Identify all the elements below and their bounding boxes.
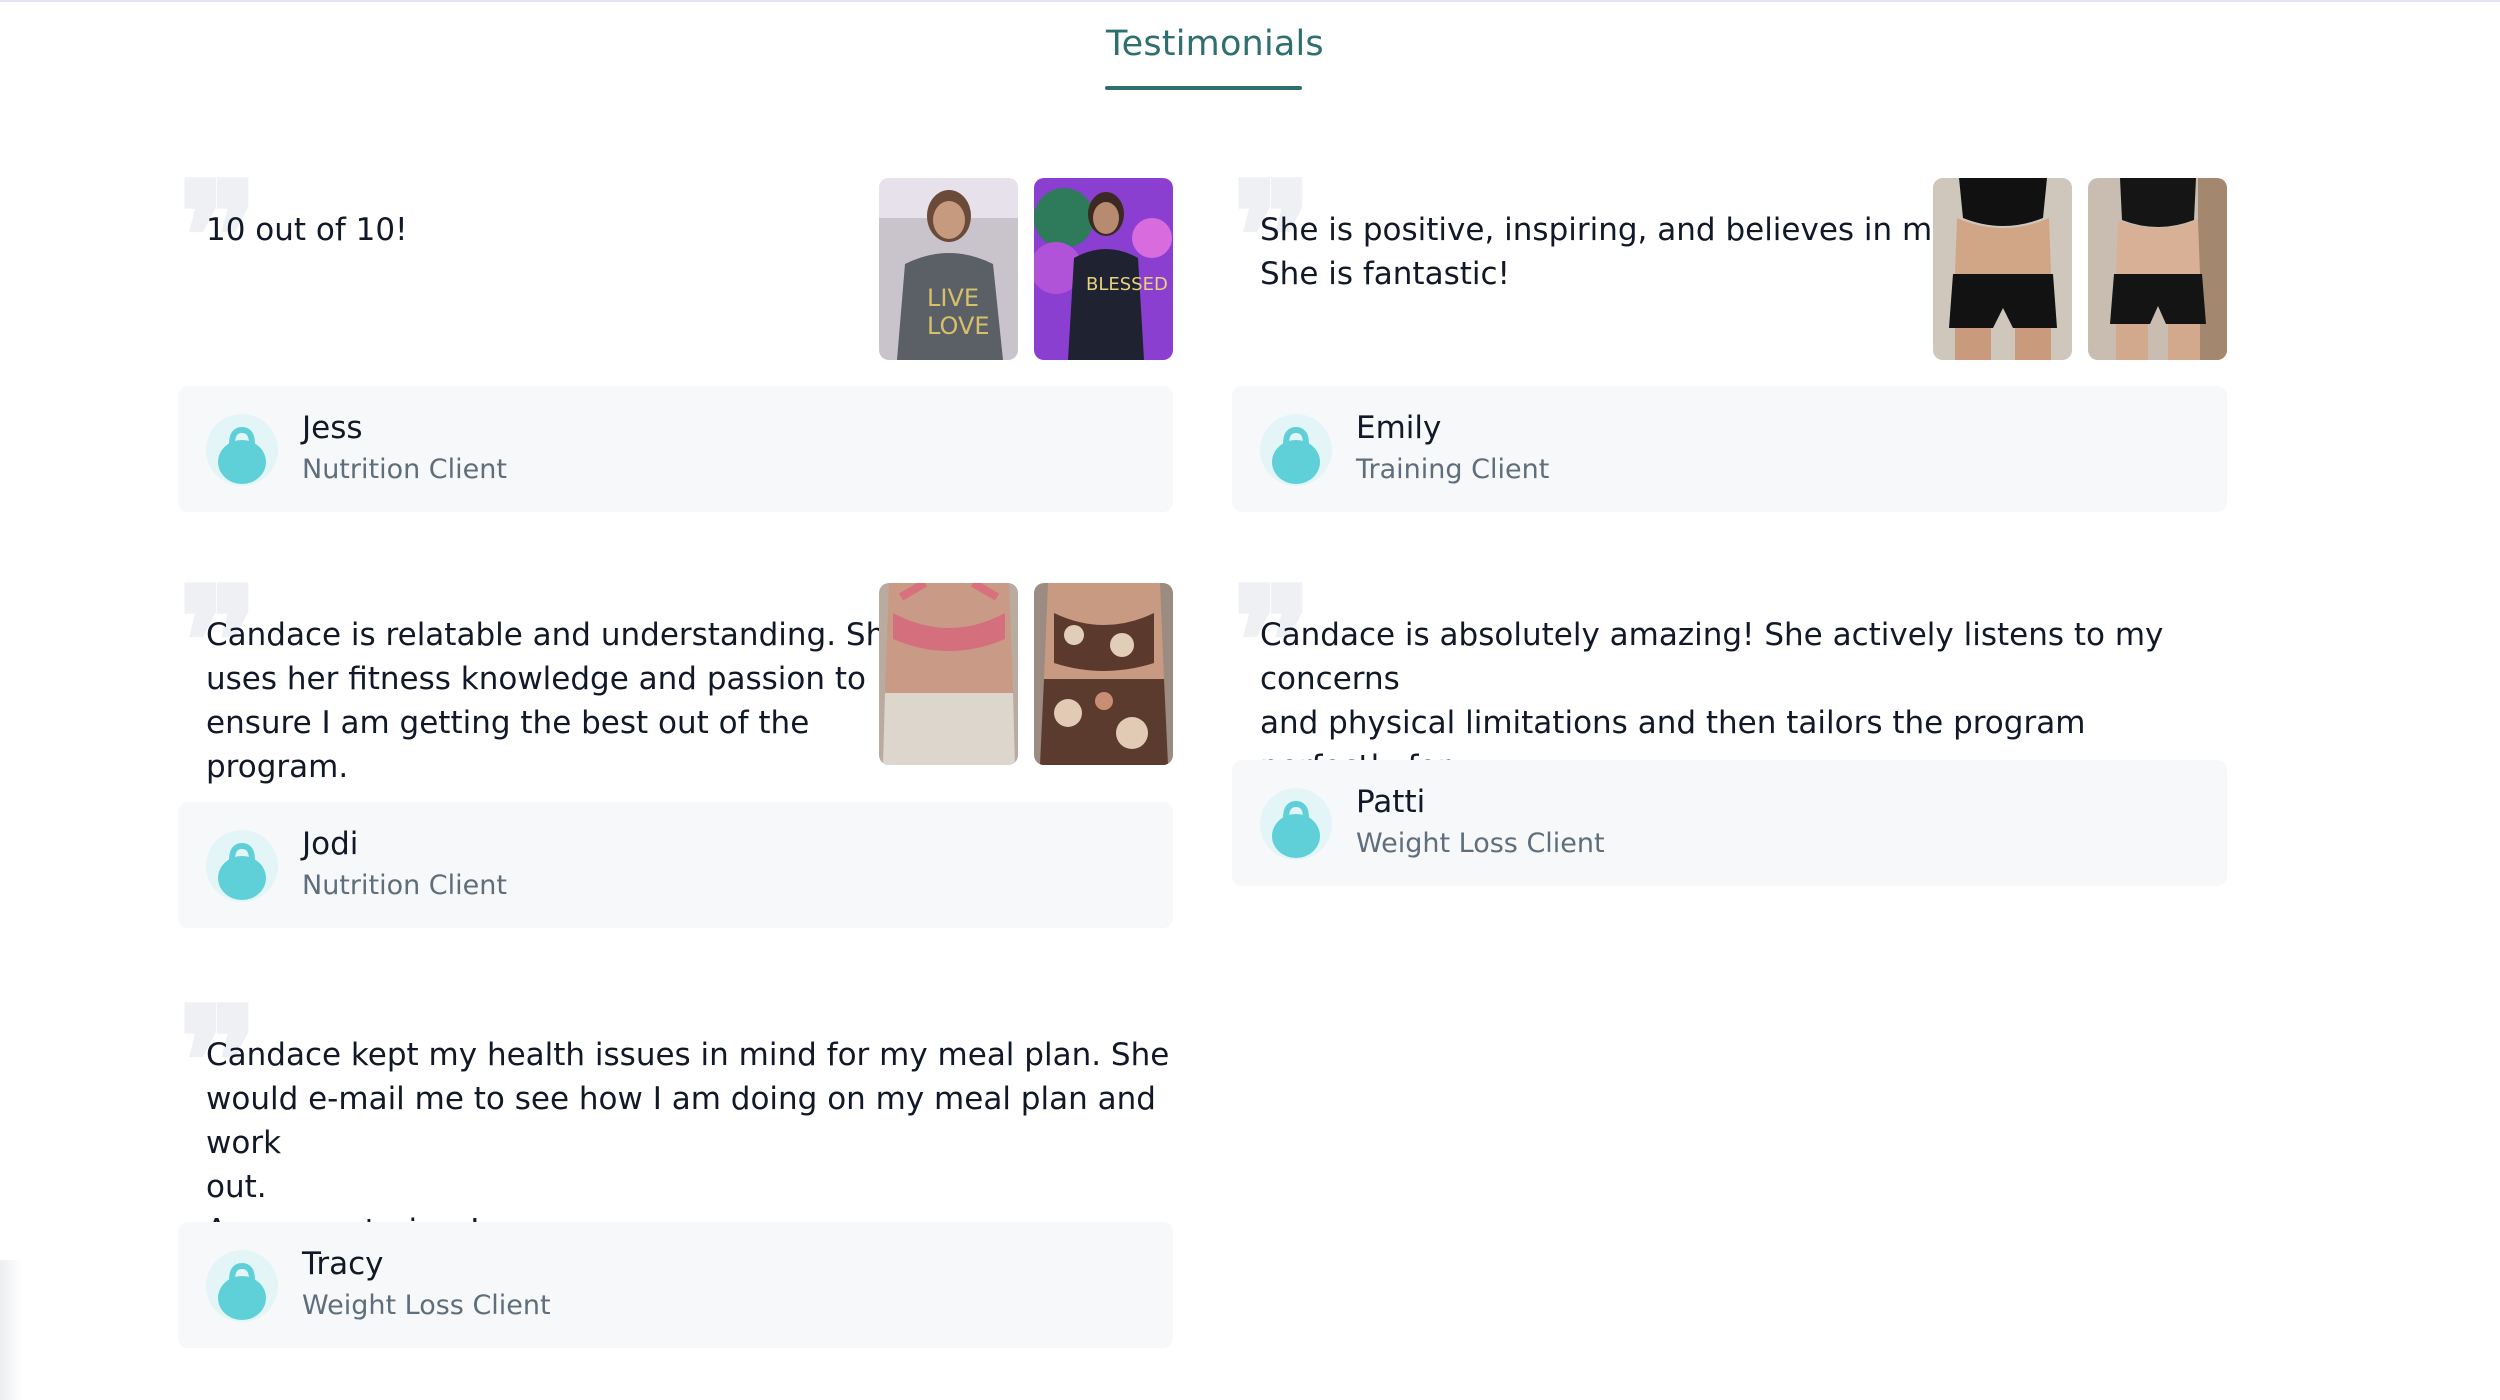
testimonial-quote: 10 out of 10! bbox=[206, 212, 408, 248]
author-role: Weight Loss Client bbox=[1356, 828, 1605, 859]
author-card: Jodi Nutrition Client bbox=[178, 802, 1173, 928]
kettlebell-icon bbox=[206, 414, 278, 486]
author-card: Jess Nutrition Client bbox=[178, 386, 1173, 512]
section-header: Testimonials bbox=[0, 0, 2500, 100]
author-name: Emily bbox=[1356, 410, 1442, 446]
testimonial-card: ❞ Candace is relatable and understanding… bbox=[178, 567, 1173, 928]
testimonial-card: ❞ Candace kept my health issues in mind … bbox=[178, 987, 1173, 1348]
svg-text:BLESSED: BLESSED bbox=[1086, 274, 1168, 295]
author-card: Tracy Weight Loss Client bbox=[178, 1222, 1173, 1348]
kettlebell-icon bbox=[206, 830, 278, 902]
before-photo[interactable]: LIVE LOVE bbox=[879, 178, 1018, 360]
active-tab-indicator bbox=[1105, 86, 1302, 90]
author-card: Patti Weight Loss Client bbox=[1232, 760, 2227, 886]
author-role: Training Client bbox=[1356, 454, 1550, 485]
author-card: Emily Training Client bbox=[1232, 386, 2227, 512]
author-role: Nutrition Client bbox=[302, 454, 507, 485]
testimonial-card: ❞ 10 out of 10! LIVE LOVE BLESSED Jess N… bbox=[178, 162, 1173, 512]
after-photo[interactable] bbox=[1034, 583, 1173, 765]
testimonial-card: ❞ Candace is absolutely amazing! She act… bbox=[1232, 567, 2227, 888]
before-photo[interactable] bbox=[1933, 178, 2072, 360]
progress-photos bbox=[1933, 178, 2227, 360]
svg-text:LOVE: LOVE bbox=[927, 312, 990, 340]
kettlebell-icon bbox=[206, 1250, 278, 1322]
author-name: Jess bbox=[302, 410, 363, 446]
testimonial-quote: Candace kept my health issues in mind fo… bbox=[206, 1037, 1170, 1249]
testimonial-quote: Candace is relatable and understanding. … bbox=[206, 617, 905, 785]
after-photo[interactable]: BLESSED bbox=[1034, 178, 1173, 360]
author-name: Tracy bbox=[302, 1246, 384, 1282]
testimonial-card: ❞ She is positive, inspiring, and believ… bbox=[1232, 162, 2227, 512]
progress-photos bbox=[879, 583, 1173, 765]
author-name: Jodi bbox=[302, 826, 359, 862]
svg-text:LIVE: LIVE bbox=[927, 284, 979, 312]
kettlebell-icon bbox=[1260, 788, 1332, 860]
author-name: Patti bbox=[1356, 784, 1426, 820]
testimonial-quote: She is positive, inspiring, and believes… bbox=[1260, 212, 1964, 292]
kettlebell-icon bbox=[1260, 414, 1332, 486]
author-role: Weight Loss Client bbox=[302, 1290, 551, 1321]
edge-shadow bbox=[0, 1260, 22, 1400]
after-photo[interactable] bbox=[2088, 178, 2227, 360]
author-role: Nutrition Client bbox=[302, 870, 507, 901]
tab-testimonials[interactable]: Testimonials bbox=[1106, 24, 1324, 64]
before-photo[interactable] bbox=[879, 583, 1018, 765]
progress-photos: LIVE LOVE BLESSED bbox=[879, 178, 1173, 360]
